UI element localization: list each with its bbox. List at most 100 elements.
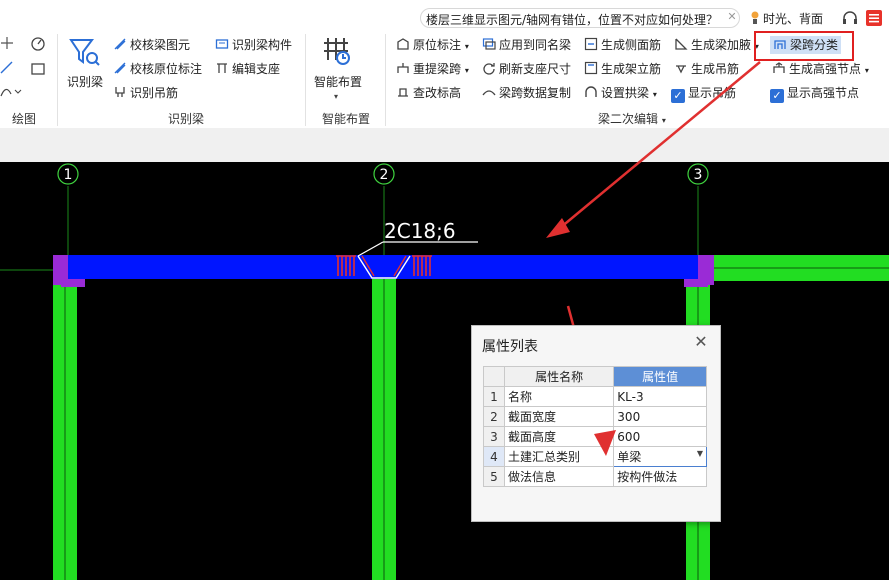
group-label-beam-edit: 梁二次编辑 ▾ xyxy=(598,110,666,127)
property-value-cell[interactable]: KL-3 xyxy=(613,386,707,407)
edit-support-label: 编辑支座 xyxy=(232,62,281,76)
table-row-selected[interactable]: 4 土建汇总类别 单梁 ▼ xyxy=(483,446,707,467)
menu-icon[interactable] xyxy=(866,10,882,26)
side-bar-icon xyxy=(584,37,598,51)
group-label-draw: 绘图 xyxy=(12,112,37,126)
check-annotation-icon xyxy=(113,61,127,75)
reextract-span-label: 重提梁跨 xyxy=(413,62,462,76)
high-strength-node-icon xyxy=(772,61,786,75)
check-beam-elements-button[interactable]: 校核梁图元 xyxy=(113,36,190,54)
apply-same-name-icon xyxy=(482,37,496,51)
property-name-cell: 名称 xyxy=(503,386,615,407)
property-name-cell: 做法信息 xyxy=(503,466,615,487)
column-header-name: 属性名称 xyxy=(503,366,615,387)
generate-haunch-label: 生成梁加腋 xyxy=(691,38,752,52)
show-high-strength-node-checkbox[interactable]: ✓ 显示高强节点 xyxy=(770,84,859,103)
reextract-span-icon xyxy=(396,61,410,75)
annotation-icon xyxy=(396,37,410,51)
category-select-value: 单梁 xyxy=(617,450,642,464)
edit-support-button[interactable]: 编辑支座 xyxy=(215,60,280,78)
identify-hanger-bar-button[interactable]: 识别吊筋 xyxy=(113,84,178,102)
property-value-cell[interactable]: 600 xyxy=(613,426,707,447)
check-beam-elements-label: 校核梁图元 xyxy=(130,38,191,52)
row-index: 1 xyxy=(483,386,505,407)
user-name[interactable]: 时光、背面 xyxy=(763,10,823,27)
column-header-value: 属性值 xyxy=(613,366,707,387)
clear-search-icon[interactable]: ✕ xyxy=(726,11,738,23)
set-arch-beam-button[interactable]: 设置拱梁 ▾ xyxy=(584,84,657,102)
property-name-cell: 土建汇总类别 xyxy=(503,446,615,467)
highlight-box xyxy=(754,31,854,61)
identify-beam-member-button[interactable]: 识别梁构件 xyxy=(215,36,292,54)
table-row[interactable]: 3 截面高度 600 xyxy=(483,426,707,447)
property-value-cell[interactable]: 300 xyxy=(613,406,707,427)
copy-span-data-button[interactable]: 梁跨数据复制 xyxy=(482,84,571,102)
property-name-cell: 截面宽度 xyxy=(503,406,615,427)
identify-beam-icon[interactable] xyxy=(68,36,100,68)
close-icon[interactable]: ✕ xyxy=(693,334,709,350)
property-table: 属性名称 属性值 1 名称 KL-3 2 截面宽度 300 3 截面高度 600… xyxy=(483,366,707,487)
hanger-bar-icon xyxy=(113,85,127,99)
chevron-down-icon[interactable]: ▾ xyxy=(653,90,657,99)
category-select[interactable]: 单梁 ▼ xyxy=(613,446,707,467)
generate-side-bar-button[interactable]: 生成侧面筋 xyxy=(584,36,661,54)
point-tool-icon[interactable] xyxy=(0,36,14,50)
table-row[interactable]: 2 截面宽度 300 xyxy=(483,406,707,427)
chevron-down-icon[interactable]: ▾ xyxy=(662,116,666,125)
in-situ-annotation-button[interactable]: 原位标注 ▾ xyxy=(396,36,469,54)
arch-beam-icon xyxy=(584,85,598,99)
chevron-down-icon[interactable]: ▾ xyxy=(465,42,469,51)
arc-tool-icon[interactable] xyxy=(30,36,46,52)
refresh-support-size-button[interactable]: 刷新支座尺寸 xyxy=(482,60,571,78)
toolbar-gap xyxy=(0,128,889,162)
property-value-cell[interactable]: 按构件做法 xyxy=(613,466,707,487)
chevron-down-icon[interactable]: ▾ xyxy=(865,66,869,75)
check-beam-icon xyxy=(113,37,127,51)
group-label-smart-layout: 智能布置 xyxy=(322,112,371,126)
group-divider xyxy=(385,34,386,126)
generate-erection-bar-button[interactable]: 生成架立筋 xyxy=(584,60,661,78)
copy-span-icon xyxy=(482,85,496,99)
checkbox-checked-icon[interactable]: ✓ xyxy=(770,89,784,103)
property-name-cell: 截面高度 xyxy=(503,426,615,447)
drawing-canvas[interactable] xyxy=(0,162,889,580)
line-tool-icon[interactable] xyxy=(0,60,14,74)
chevron-down-icon[interactable]: ▾ xyxy=(465,66,469,75)
identify-beam-button[interactable]: 识别梁 xyxy=(67,73,103,91)
generate-erection-bar-label: 生成架立筋 xyxy=(601,62,662,76)
show-hanger-bar-checkbox[interactable]: ✓ 显示吊筋 xyxy=(671,84,737,103)
rect-tool-icon[interactable] xyxy=(30,62,46,76)
smart-layout-dropdown-icon[interactable]: ▾ xyxy=(334,92,338,101)
table-row[interactable]: 5 做法信息 按构件做法 xyxy=(483,466,707,487)
generate-high-strength-node-button[interactable]: 生成高强节点 ▾ xyxy=(772,60,869,78)
generate-hanger-bar-button[interactable]: 生成吊筋 xyxy=(674,60,739,78)
index-header xyxy=(483,366,505,387)
beam-member-icon xyxy=(215,37,229,51)
generate-haunch-button[interactable]: 生成梁加腋 ▾ xyxy=(674,36,759,54)
table-header-row: 属性名称 属性值 xyxy=(483,366,707,387)
headset-icon[interactable] xyxy=(842,10,858,26)
generate-hanger-bar-label: 生成吊筋 xyxy=(691,62,740,76)
checkbox-checked-icon[interactable]: ✓ xyxy=(671,89,685,103)
table-row[interactable]: 1 名称 KL-3 xyxy=(483,386,707,407)
erection-bar-icon xyxy=(584,61,598,75)
refresh-icon xyxy=(482,61,496,75)
check-elevation-button[interactable]: 查改标高 xyxy=(396,84,461,102)
user-avatar-icon xyxy=(751,11,759,24)
smart-layout-button[interactable]: 智能布置 xyxy=(314,73,362,91)
identify-beam-member-label: 识别梁构件 xyxy=(232,38,293,52)
edit-support-icon xyxy=(215,61,229,75)
apply-same-name-beam-button[interactable]: 应用到同名梁 xyxy=(482,36,571,54)
reextract-span-button[interactable]: 重提梁跨 ▾ xyxy=(396,60,469,78)
property-list-dialog[interactable]: 属性列表 ✕ 属性名称 属性值 1 名称 KL-3 2 截面宽度 300 3 截… xyxy=(471,325,721,522)
group-label-beam-edit-text: 梁二次编辑 xyxy=(598,112,659,126)
apply-same-name-label: 应用到同名梁 xyxy=(499,38,572,52)
generate-hanger-icon xyxy=(674,61,688,75)
help-search-text[interactable]: 楼层三维显示图元/轴网有错位，位置不对应如何处理？ xyxy=(426,11,718,28)
smart-layout-icon[interactable] xyxy=(322,36,352,68)
check-in-situ-annotation-button[interactable]: 校核原位标注 xyxy=(113,60,202,78)
check-annotation-label: 校核原位标注 xyxy=(130,62,203,76)
curve-tool-icon[interactable] xyxy=(0,84,22,98)
chevron-down-icon[interactable]: ▼ xyxy=(697,449,703,458)
show-hanger-bar-label: 显示吊筋 xyxy=(688,86,737,100)
